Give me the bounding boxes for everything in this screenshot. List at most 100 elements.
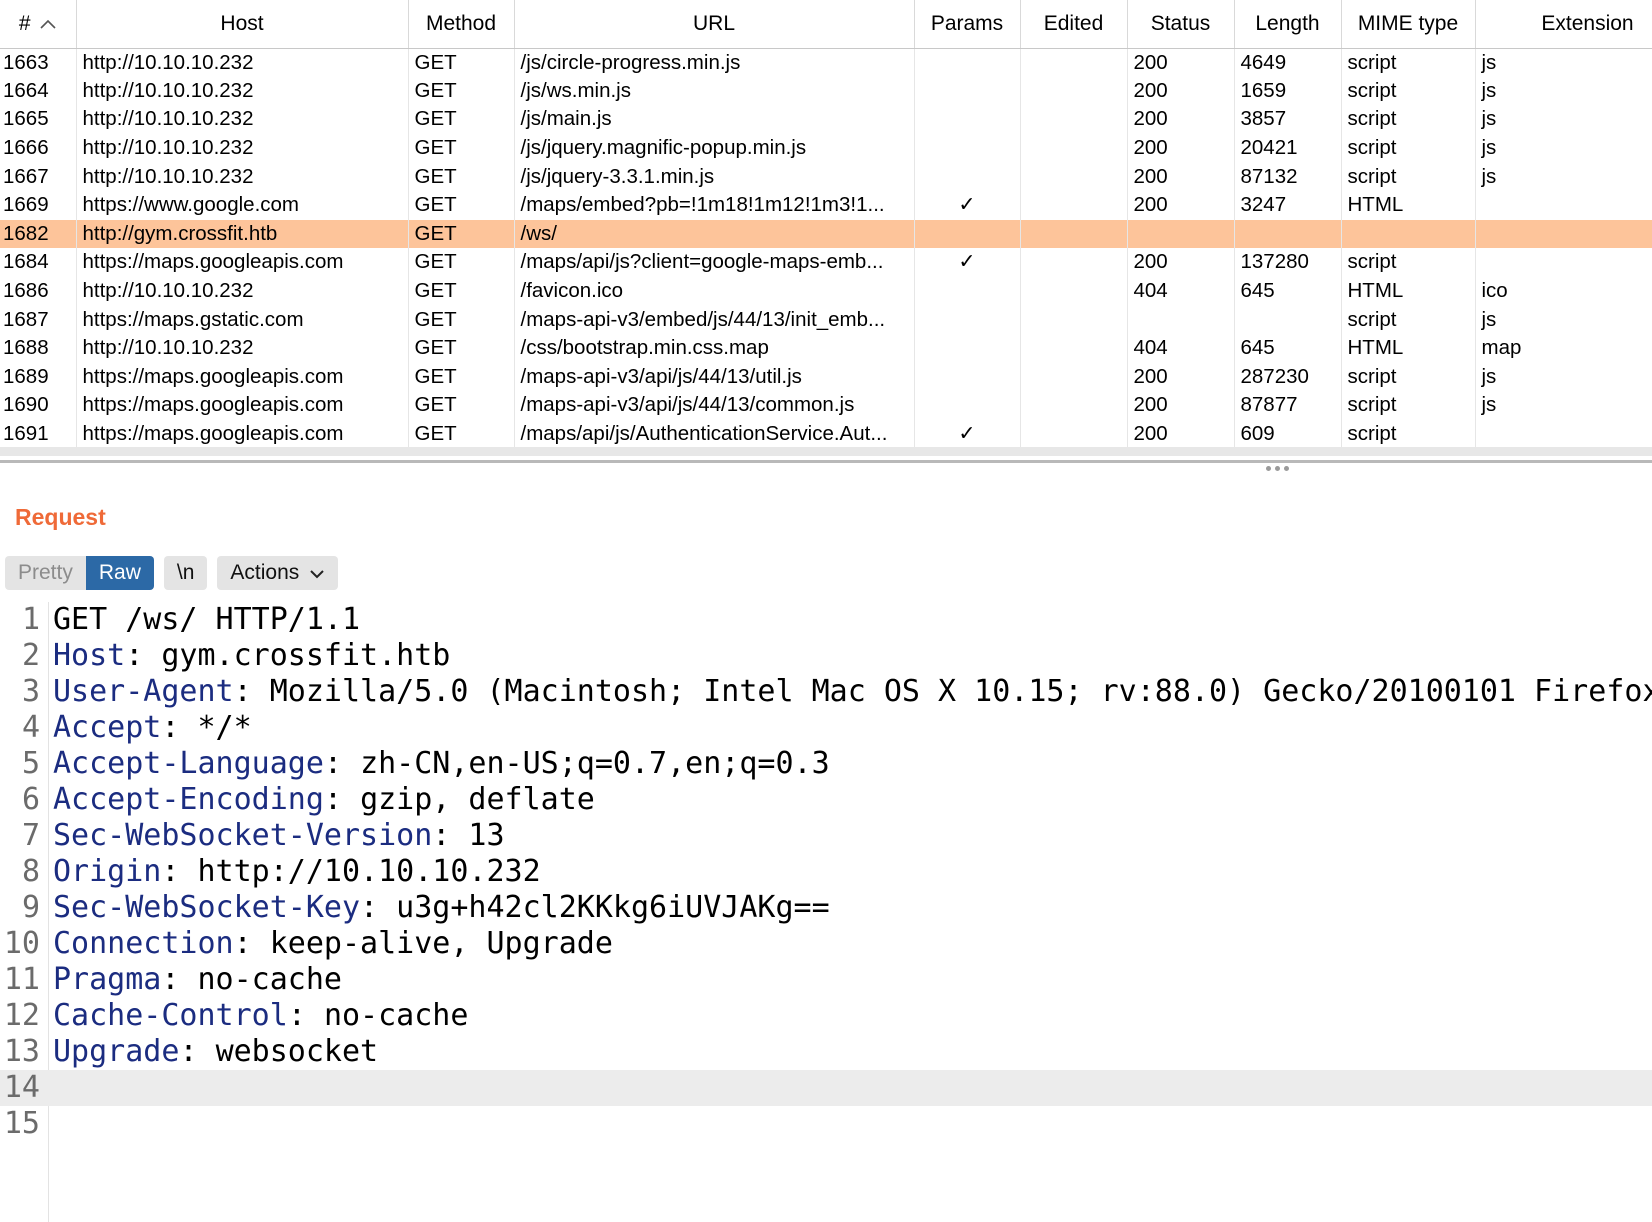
column-header-status[interactable]: Status: [1127, 0, 1235, 49]
line-number: 13: [3, 1034, 40, 1069]
cell-status: 200: [1127, 248, 1235, 277]
column-header-ext[interactable]: Extension: [1475, 0, 1652, 49]
header-name: Accept-Language: [53, 746, 324, 781]
cell-host: http://10.10.10.232: [76, 276, 409, 306]
cell-params: ✓: [914, 190, 1021, 220]
cell-status: [1127, 219, 1235, 249]
header-name: Host: [53, 638, 126, 673]
code-line[interactable]: 6 Accept-Encoding: gzip, deflate: [0, 782, 1652, 818]
request-editor[interactable]: 1 GET /ws/ HTTP/1.1 2 Host: gym.crossfit.ht…: [0, 602, 1652, 1222]
cell-params: [914, 276, 1021, 306]
code-line[interactable]: 8 Origin: http://10.10.10.232: [0, 854, 1652, 890]
code-line[interactable]: 14: [0, 1070, 1652, 1106]
table-row[interactable]: 1689 https://maps.googleapis.com GET/maps-…: [0, 362, 1652, 392]
line-number: 1: [21, 602, 40, 637]
cell-mime: HTML: [1341, 276, 1476, 306]
code-line[interactable]: 2 Host: gym.crossfit.htb: [0, 638, 1652, 674]
cell-edited: [1020, 105, 1128, 134]
cell-ext: map: [1475, 333, 1652, 363]
cell-length: 137280: [1234, 248, 1342, 277]
header-value: gzip, deflate: [360, 782, 595, 817]
cell-mime: HTML: [1341, 190, 1476, 220]
column-header-url[interactable]: URL: [514, 0, 915, 49]
table-row[interactable]: 1687 https://maps.gstatic.com GET/maps-api…: [0, 305, 1652, 334]
horizontal-scrollbar[interactable]: [0, 447, 1652, 456]
cell-host: http://10.10.10.232: [76, 162, 409, 191]
column-header-label: URL: [692, 11, 735, 35]
pretty-tab[interactable]: Pretty: [5, 556, 86, 590]
code-line[interactable]: 5 Accept-Language: zh-CN,en-US;q=0.7,en;q…: [0, 746, 1652, 782]
cell-host: https://maps.googleapis.com: [76, 362, 409, 392]
table-row[interactable]: 1663 http://10.10.10.232 GET/js/circle-pro…: [0, 48, 1652, 77]
cell-length: [1234, 305, 1342, 334]
code-line[interactable]: 15: [0, 1106, 1652, 1142]
table-row[interactable]: 1684 https://maps.googleapis.com GET/maps/…: [0, 248, 1652, 277]
pane-divider[interactable]: [0, 460, 1652, 463]
line-number: 14: [3, 1070, 40, 1105]
cell-mime: script: [1341, 391, 1476, 420]
newline-toggle-button[interactable]: \n: [163, 556, 208, 590]
cell-mime: script: [1341, 419, 1476, 449]
cell-mime: script: [1341, 162, 1476, 191]
code-line[interactable]: 1 GET /ws/ HTTP/1.1: [0, 602, 1652, 638]
code-line[interactable]: 7 Sec-WebSocket-Version: 13: [0, 818, 1652, 854]
cell-status: 200: [1127, 162, 1235, 191]
table-row[interactable]: 1667 http://10.10.10.232 GET/js/jquery-3.3…: [0, 162, 1652, 191]
column-header-label: Method: [425, 11, 497, 35]
cell-status: 200: [1127, 48, 1235, 77]
line-number: 12: [3, 998, 40, 1033]
table-row[interactable]: 1686 http://10.10.10.232 GET/favicon.ico 40…: [0, 276, 1652, 306]
cell-host: https://maps.googleapis.com: [76, 248, 409, 277]
table-row[interactable]: 1669 https://www.google.com GET/maps/embed…: [0, 190, 1652, 220]
cell-method: GET: [408, 190, 515, 220]
drag-handle-icon[interactable]: [1262, 466, 1292, 474]
header-separator: :: [161, 962, 198, 997]
column-header-length[interactable]: Length: [1234, 0, 1342, 49]
table-row[interactable]: 1682 http://gym.crossfit.htb GET/ws/: [0, 219, 1652, 249]
cell-ext: [1475, 190, 1652, 220]
code-line[interactable]: 12 Cache-Control: no-cache: [0, 998, 1652, 1034]
line-content: Sec-WebSocket-Key: u3g+h42cl2KKkg6iUVJAK…: [53, 890, 830, 926]
column-header-host[interactable]: Host: [76, 0, 409, 49]
column-header-params[interactable]: Params: [914, 0, 1021, 49]
column-header-mime[interactable]: MIME type: [1341, 0, 1476, 49]
cell-num: 1688: [0, 333, 77, 363]
actions-button[interactable]: Actions: [217, 556, 339, 590]
table-row[interactable]: 1688 http://10.10.10.232 GET/css/bootstrap…: [0, 333, 1652, 363]
raw-tab[interactable]: Raw: [85, 556, 154, 590]
line-number: 8: [21, 854, 40, 889]
code-line[interactable]: 4 Accept: */*: [0, 710, 1652, 746]
column-header-num[interactable]: #: [0, 0, 77, 49]
cell-ext: js: [1475, 362, 1652, 392]
code-line[interactable]: 3 User-Agent: Mozilla/5.0 (Macintosh; Int…: [0, 674, 1652, 710]
cell-edited: [1020, 248, 1128, 277]
code-line[interactable]: 13 Upgrade: websocket: [0, 1034, 1652, 1070]
column-header-method[interactable]: Method: [408, 0, 515, 49]
code-line[interactable]: 9 Sec-WebSocket-Key: u3g+h42cl2KKkg6iUVJA…: [0, 890, 1652, 926]
code-line[interactable]: 10 Connection: keep-alive, Upgrade: [0, 926, 1652, 962]
proxy-history-table[interactable]: # Host Method URL Params Edited Status Length MI…: [0, 0, 1652, 460]
table-row[interactable]: 1691 https://maps.googleapis.com GET/maps/…: [0, 419, 1652, 449]
line-number: 15: [3, 1106, 40, 1141]
cell-url: /maps/api/js/AuthenticationService.Aut..…: [514, 419, 915, 449]
line-number: 10: [3, 926, 40, 961]
cell-num: 1667: [0, 162, 77, 191]
history-table[interactable]: # Host Method URL Params Edited Status Length MI…: [0, 0, 1652, 449]
column-header-label: Params: [930, 11, 1004, 35]
cell-params: [914, 162, 1021, 191]
table-row[interactable]: 1666 http://10.10.10.232 GET/js/jquery.mag…: [0, 133, 1652, 163]
cell-edited: [1020, 391, 1128, 420]
cell-params: [914, 76, 1021, 106]
table-row[interactable]: 1665 http://10.10.10.232 GET/js/main.js 200…: [0, 105, 1652, 134]
code-line[interactable]: 11 Pragma: no-cache: [0, 962, 1652, 998]
table-row[interactable]: 1664 http://10.10.10.232 GET/js/ws.min.js 2…: [0, 76, 1652, 106]
line-content: Accept-Encoding: gzip, deflate: [53, 782, 595, 818]
table-row[interactable]: 1690 https://maps.googleapis.com GET/maps-…: [0, 391, 1652, 420]
line-content: Accept: */*: [53, 710, 252, 746]
cell-method: GET: [408, 76, 515, 106]
column-header-edited[interactable]: Edited: [1020, 0, 1128, 49]
cell-method: GET: [408, 305, 515, 334]
cell-url: /js/ws.min.js: [514, 76, 915, 106]
cell-length: 3857: [1234, 105, 1342, 134]
cell-mime: script: [1341, 362, 1476, 392]
